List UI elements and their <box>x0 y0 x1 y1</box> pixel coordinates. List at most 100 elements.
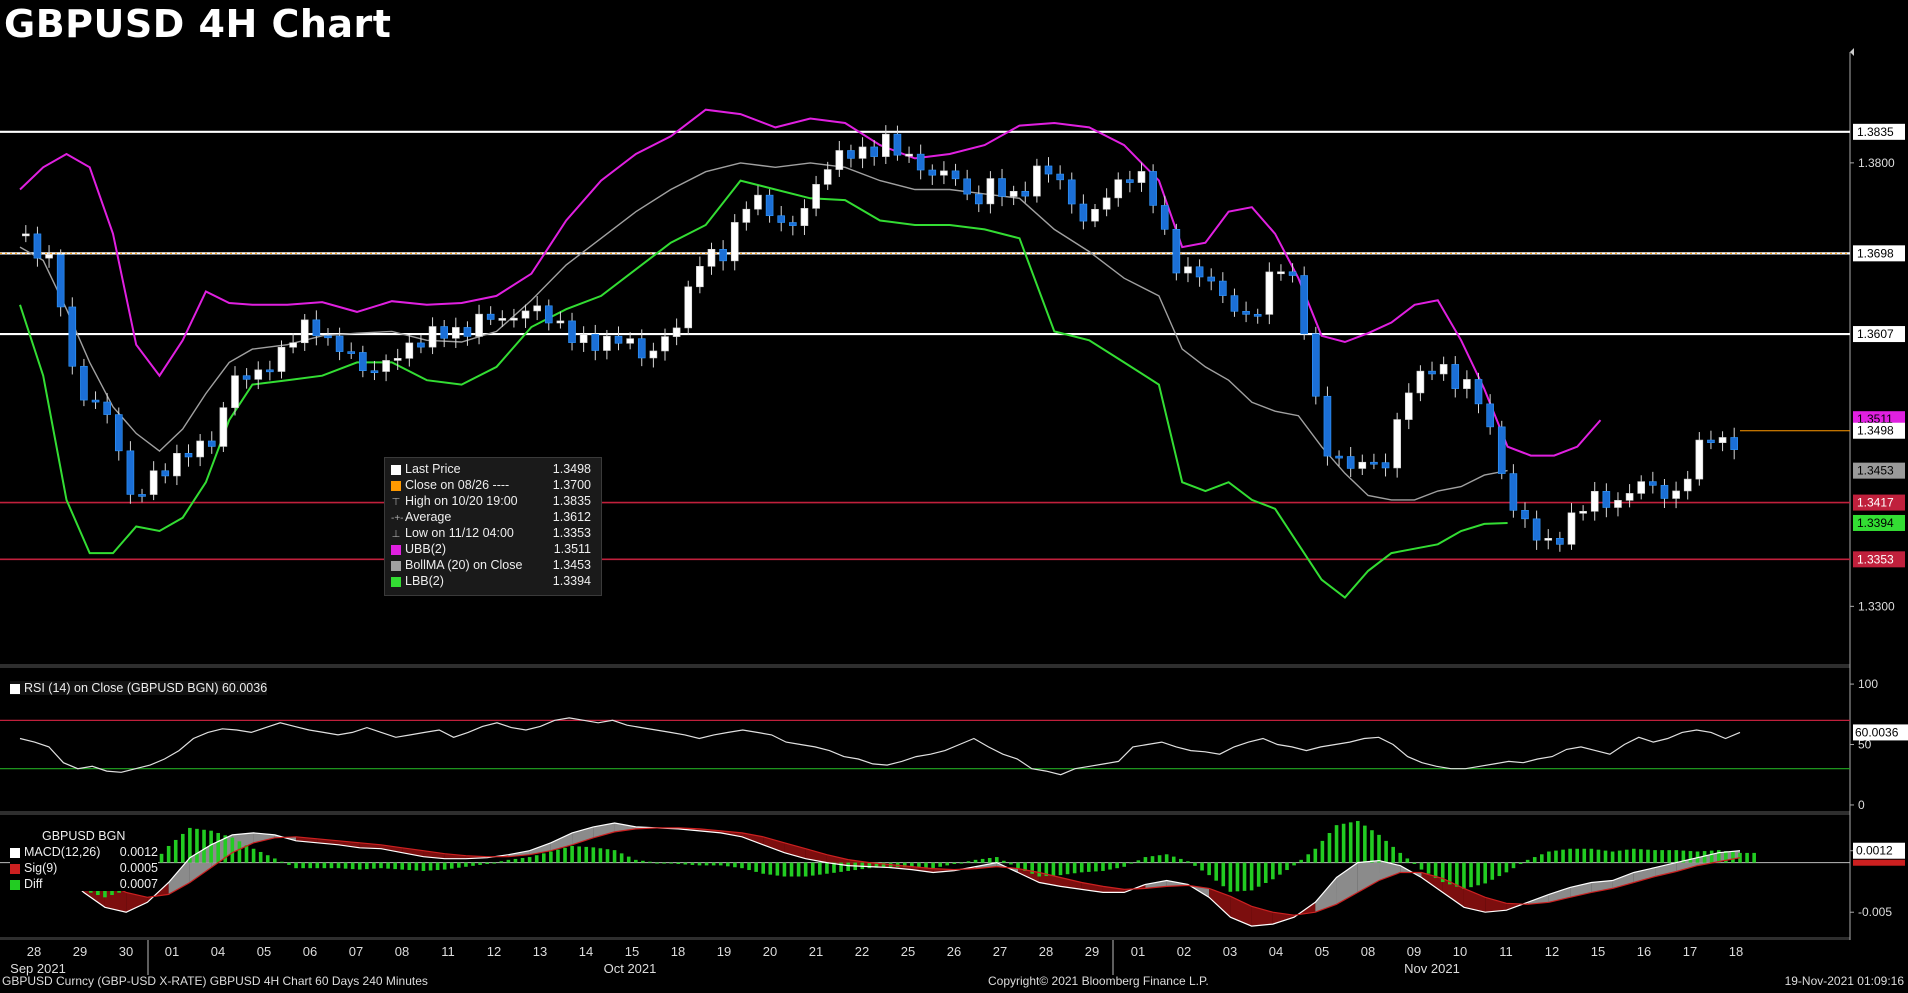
x-tick-label: 28 <box>1039 944 1053 959</box>
x-tick-label: 15 <box>625 944 639 959</box>
svg-text:1.3498: 1.3498 <box>1857 424 1894 438</box>
level-tag-1.3835: 1.3835 <box>1853 123 1905 140</box>
diff-bar <box>1334 825 1339 863</box>
candle-body <box>1660 485 1669 499</box>
candle-body <box>359 352 367 372</box>
diff-bar <box>308 862 313 869</box>
diff-bar <box>251 848 256 863</box>
candle-body <box>1393 419 1401 469</box>
footer-timestamp: 19-Nov-2021 01:09:16 <box>1784 974 1904 988</box>
diff-bar <box>1249 862 1254 891</box>
diff-bar <box>1455 862 1459 887</box>
legend-bollma: BollMA (20) on Close 1.3453 <box>391 558 595 574</box>
diff-bar <box>1002 860 1006 863</box>
candle-body <box>289 342 297 348</box>
svg-text:1.3453: 1.3453 <box>1857 464 1894 478</box>
candle-body <box>1579 511 1587 514</box>
diff-bar <box>1624 849 1629 863</box>
diff-bar <box>782 862 787 877</box>
diff-bar <box>1016 862 1020 869</box>
macd-legend: GBPUSD BGN MACD(12,26) 0.0012 Sig(9) 0.000… <box>10 829 158 891</box>
diff-bar <box>435 862 440 871</box>
diff-bar <box>1568 848 1572 863</box>
diff-bar <box>1129 862 1134 864</box>
candle-body <box>754 194 762 210</box>
candle-body <box>254 369 263 380</box>
candle-body <box>1707 439 1715 443</box>
level-tag-1.3698: 1.3698 <box>1853 245 1905 262</box>
candle-body <box>1219 280 1227 296</box>
diff-bar <box>1370 830 1374 863</box>
diff-bar <box>357 862 362 870</box>
panel-divider-0 <box>0 664 1850 668</box>
candle-body <box>1079 203 1088 222</box>
candle-body <box>1602 491 1611 508</box>
level-tag-1.3353: 1.3353 <box>1853 551 1905 568</box>
diff-bar <box>818 862 822 875</box>
diff-bar <box>1462 862 1466 890</box>
x-tick-label: 11 <box>441 944 455 959</box>
diff-bar <box>704 862 709 866</box>
candle-body <box>1381 462 1390 469</box>
diff-bar <box>1256 862 1261 887</box>
candle-body <box>1195 266 1204 278</box>
diff-bar <box>1532 857 1537 863</box>
candle-body <box>974 193 983 205</box>
diff-bar <box>1171 856 1176 863</box>
candle-body <box>1521 510 1529 520</box>
diff-bar <box>549 851 553 863</box>
diff-bar <box>329 862 334 869</box>
x-tick-label: 15 <box>1591 944 1605 959</box>
x-tick-label: 12 <box>487 944 501 959</box>
x-tick-label: 05 <box>257 944 271 959</box>
diff-bar <box>1582 848 1587 863</box>
diff-bar <box>1731 851 1735 863</box>
diff-bar <box>1525 859 1530 863</box>
macd-tick-label: -0.005 <box>1858 905 1892 919</box>
candle-body <box>1160 205 1169 230</box>
candle-body <box>22 233 30 237</box>
candle-body <box>951 170 960 180</box>
diff-bar <box>421 862 426 871</box>
diff-bar <box>1412 862 1417 865</box>
diff-bar <box>987 857 992 863</box>
candle-body <box>126 450 135 495</box>
diff-bar <box>216 833 220 863</box>
diff-bar <box>1709 850 1714 863</box>
macd-fill <box>1357 860 1380 893</box>
diff-bar <box>1200 862 1204 871</box>
low-marker-icon: ⊥ <box>391 528 401 540</box>
diff-bar <box>1504 862 1509 873</box>
diff-bar <box>556 849 560 863</box>
candle-body <box>637 338 646 359</box>
diff-bar <box>1101 862 1105 871</box>
diff-bar <box>1639 849 1643 863</box>
diff-bar <box>634 859 638 863</box>
candle-body <box>1021 190 1030 197</box>
diff-bar <box>1228 862 1233 892</box>
diff-bar <box>513 858 518 863</box>
candle-body <box>440 326 448 339</box>
candle-body <box>1033 165 1041 197</box>
candle-body <box>591 333 600 351</box>
diff-bar <box>754 862 758 872</box>
svg-text:1.3835: 1.3835 <box>1857 125 1894 139</box>
last-price-swatch <box>391 464 401 475</box>
candle-body <box>1277 271 1285 275</box>
candle-body <box>1288 271 1297 276</box>
x-tick-label: 30 <box>119 944 133 959</box>
candle-body <box>823 169 832 185</box>
x-tick-label: 08 <box>1361 944 1375 959</box>
diff-bar <box>1348 822 1353 863</box>
x-tick-label: 29 <box>1085 944 1099 959</box>
candle-body <box>986 178 995 205</box>
diff-swatch <box>10 879 20 890</box>
diff-bar <box>570 845 574 863</box>
svg-text:1.3417: 1.3417 <box>1857 496 1894 510</box>
macd-value-tag: 0.0012 <box>1853 842 1905 866</box>
diff-bar <box>825 862 829 874</box>
candle-body <box>847 150 855 159</box>
macd-fill <box>1315 877 1337 913</box>
diff-bar <box>1667 850 1672 863</box>
diff-bar <box>230 837 235 863</box>
